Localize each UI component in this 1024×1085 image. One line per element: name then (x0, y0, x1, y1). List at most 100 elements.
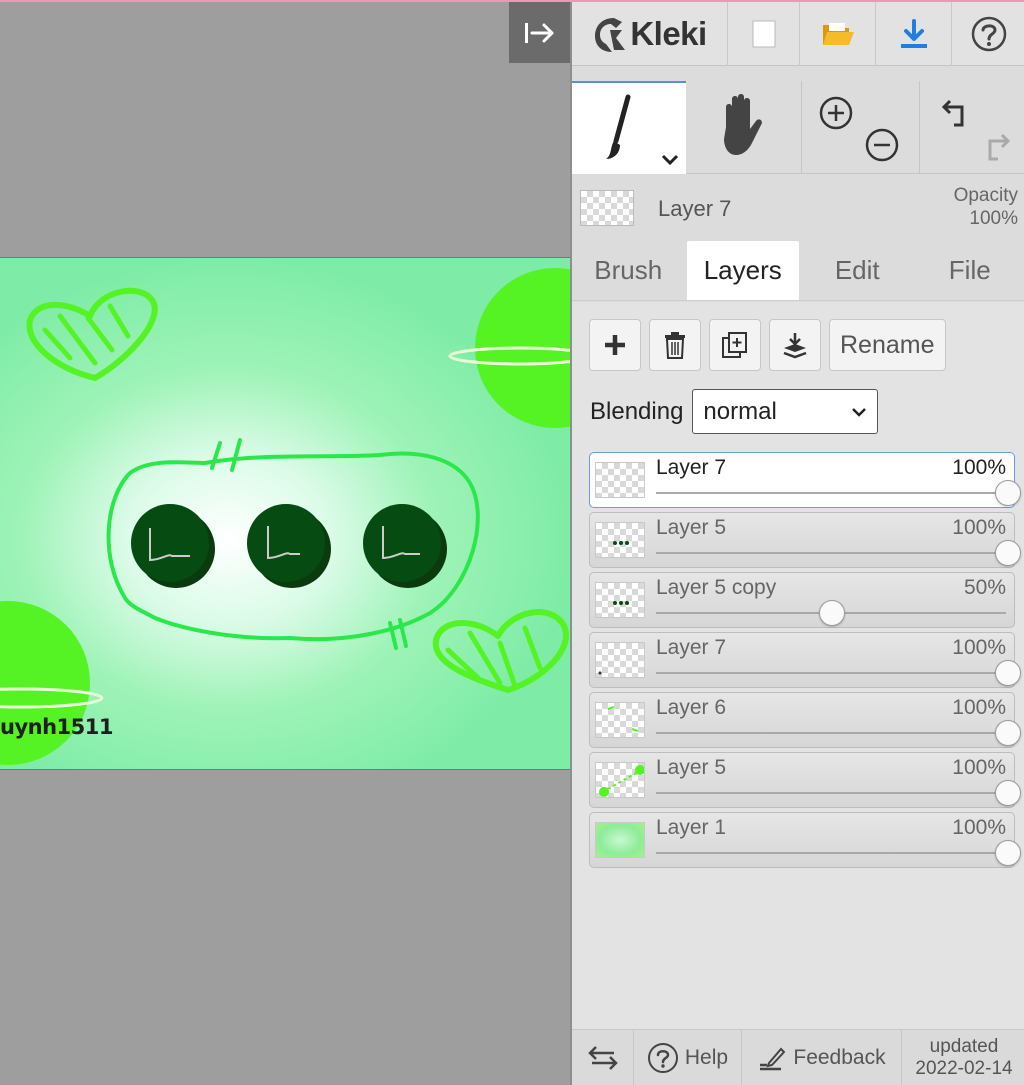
panel-footer: Help Feedback updated 2022-02-14 (572, 1029, 1024, 1085)
feedback-label: Feedback (793, 1046, 886, 1069)
updated-label: updated (929, 1036, 999, 1057)
layer-item[interactable]: Layer 5 copy 50% (589, 572, 1015, 628)
undo-redo-controls (920, 81, 1024, 174)
updated-info: updated 2022-02-14 (902, 1030, 1024, 1085)
layer-opacity-value: 50% (963, 576, 1006, 599)
collapse-panel-icon (524, 22, 553, 43)
layers-panel: Rename Blending normal Layer 7 100% Layer … (572, 302, 1024, 1029)
add-layer-button[interactable] (589, 319, 641, 371)
layer-thumbnail (595, 462, 645, 498)
duplicate-layer-icon (722, 332, 747, 358)
swap-side-button[interactable] (572, 1030, 634, 1085)
layer-item[interactable]: Layer 7 100% (589, 632, 1021, 688)
open-folder-icon (822, 23, 854, 45)
swap-side-icon (587, 1046, 618, 1070)
help-label: Help (684, 1046, 729, 1069)
help-button[interactable] (952, 2, 1024, 66)
open-image-button[interactable] (800, 2, 876, 66)
layer-actions: Rename (589, 319, 946, 371)
chevron-down-icon[interactable] (660, 153, 680, 167)
artwork-drawing (0, 268, 570, 765)
layer-opacity-slider[interactable] (656, 852, 1006, 854)
layer-opacity-value: 100% (952, 456, 1006, 479)
layer-opacity-handle[interactable] (995, 540, 1021, 566)
tab-edit[interactable]: Edit (801, 241, 914, 300)
layer-thumbnail (595, 762, 645, 798)
layer-opacity-slider[interactable] (656, 492, 1006, 494)
duplicate-layer-button[interactable] (709, 319, 761, 371)
layer-item[interactable]: Layer 5 100% (589, 512, 1021, 568)
feedback-icon (760, 1047, 786, 1071)
current-layer-info: Layer 7 Opacity 100% (572, 175, 1024, 241)
merge-down-icon (783, 333, 807, 359)
zoom-controls (802, 81, 920, 174)
layer-name: Layer 5 copy (656, 576, 777, 599)
layer-opacity-slider[interactable] (656, 552, 1006, 554)
drawing-canvas[interactable] (0, 257, 570, 770)
tool-row (572, 81, 1024, 174)
layer-item[interactable]: Layer 6 100% (589, 692, 1021, 748)
layer-name: Layer 1 (656, 816, 727, 839)
zoom-out-icon[interactable] (862, 125, 902, 165)
rename-layer-button[interactable]: Rename (829, 319, 946, 371)
layer-opacity-handle[interactable] (819, 600, 845, 626)
layer-opacity-handle[interactable] (995, 480, 1021, 506)
blending-label: Blending (590, 397, 684, 425)
layer-item[interactable]: Layer 5 100% (589, 752, 1021, 808)
add-layer-icon (605, 335, 625, 355)
layer-opacity-slider[interactable] (656, 792, 1006, 794)
layer-opacity-handle[interactable] (995, 720, 1021, 746)
undo-icon[interactable] (936, 93, 976, 133)
layer-opacity-slider[interactable] (656, 672, 1006, 674)
layer-name: Layer 7 (656, 636, 727, 659)
tab-brush[interactable]: Brush (572, 241, 685, 300)
merge-down-button[interactable] (769, 319, 821, 371)
layer-opacity-value: 100% (952, 516, 1006, 539)
layer-thumbnail (595, 522, 645, 558)
updated-date: 2022-02-14 (915, 1058, 1013, 1079)
layer-name: Layer 5 (656, 756, 727, 779)
brush-tool-button[interactable] (572, 81, 686, 174)
layer-name: Layer 7 (656, 456, 727, 479)
layer-opacity-handle[interactable] (995, 780, 1021, 806)
current-layer-opacity[interactable]: Opacity 100% (954, 184, 1018, 230)
layer-thumbnail (595, 822, 645, 858)
download-icon (900, 19, 927, 48)
help-link[interactable]: Help (634, 1030, 742, 1085)
blending-select[interactable]: normal (692, 389, 879, 434)
delete-layer-button[interactable] (649, 319, 701, 371)
tab-file[interactable]: File (914, 241, 1024, 300)
kleki-logo-icon (595, 18, 626, 52)
zoom-in-icon[interactable] (816, 93, 856, 133)
new-image-button[interactable] (728, 2, 800, 66)
chevron-down-icon (852, 407, 867, 417)
side-panel: Kleki Layer 7 Opacity 100% Brush Layers … (570, 2, 1024, 1085)
blending-row: Blending normal (590, 389, 879, 434)
redo-icon[interactable] (976, 127, 1016, 167)
layer-thumbnail (595, 702, 645, 738)
panel-tabs: Brush Layers Edit File (572, 241, 1024, 301)
layer-thumbnail (595, 582, 645, 618)
layer-thumbnail (595, 642, 645, 678)
hand-tool-button[interactable] (686, 81, 802, 174)
layer-opacity-value: 100% (952, 756, 1006, 779)
blending-value: normal (703, 397, 777, 425)
kleki-logo[interactable]: Kleki (572, 2, 728, 66)
tab-layers[interactable]: Layers (686, 241, 799, 300)
help-icon (971, 16, 1007, 52)
opacity-label: Opacity (953, 185, 1018, 206)
current-layer-thumbnail (580, 190, 634, 226)
help-icon (647, 1043, 678, 1073)
layer-name: Layer 6 (656, 696, 727, 719)
layer-item[interactable]: Layer 1 100% (589, 812, 1021, 868)
layer-opacity-handle[interactable] (995, 660, 1021, 686)
save-image-button[interactable] (876, 2, 952, 66)
top-toolbar: Kleki (572, 2, 1024, 66)
collapse-panel-button[interactable] (509, 2, 570, 63)
logo-text: Kleki (630, 15, 707, 52)
layer-opacity-handle[interactable] (995, 840, 1021, 866)
feedback-link[interactable]: Feedback (742, 1030, 902, 1085)
layer-item[interactable]: Layer 7 100% (589, 452, 1021, 508)
layer-opacity-slider[interactable] (656, 732, 1006, 734)
layer-name: Layer 5 (656, 516, 727, 539)
